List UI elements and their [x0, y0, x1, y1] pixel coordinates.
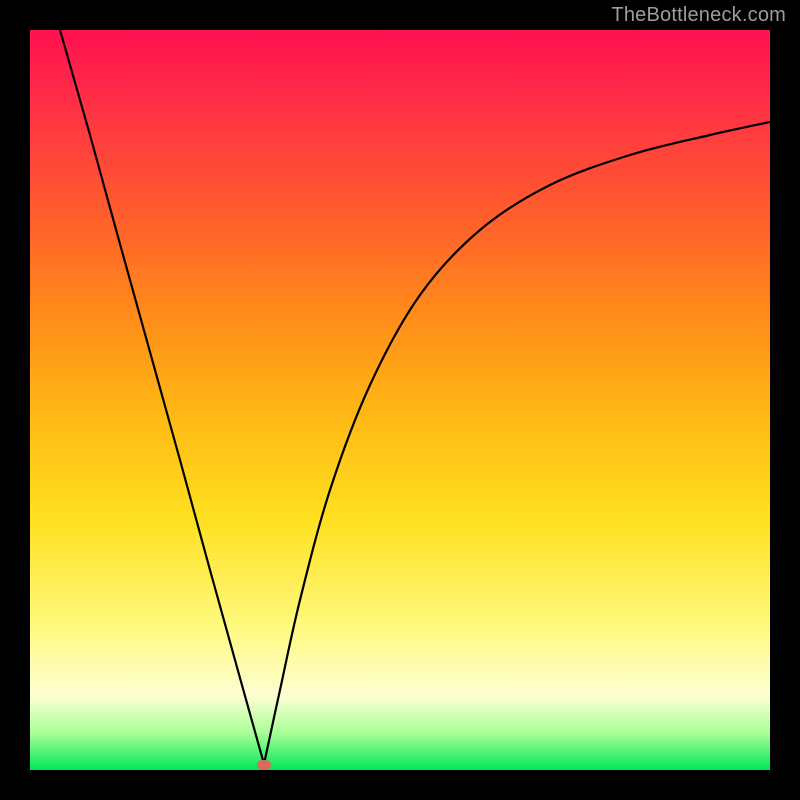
curve-svg — [30, 30, 770, 770]
curve-left-branch — [60, 30, 264, 764]
curve-right-branch — [264, 122, 770, 764]
plot-area — [30, 30, 770, 770]
watermark-text: TheBottleneck.com — [611, 4, 786, 27]
chart-container: { "watermark": "TheBottleneck.com", "col… — [0, 0, 800, 800]
minimum-marker — [257, 760, 271, 770]
